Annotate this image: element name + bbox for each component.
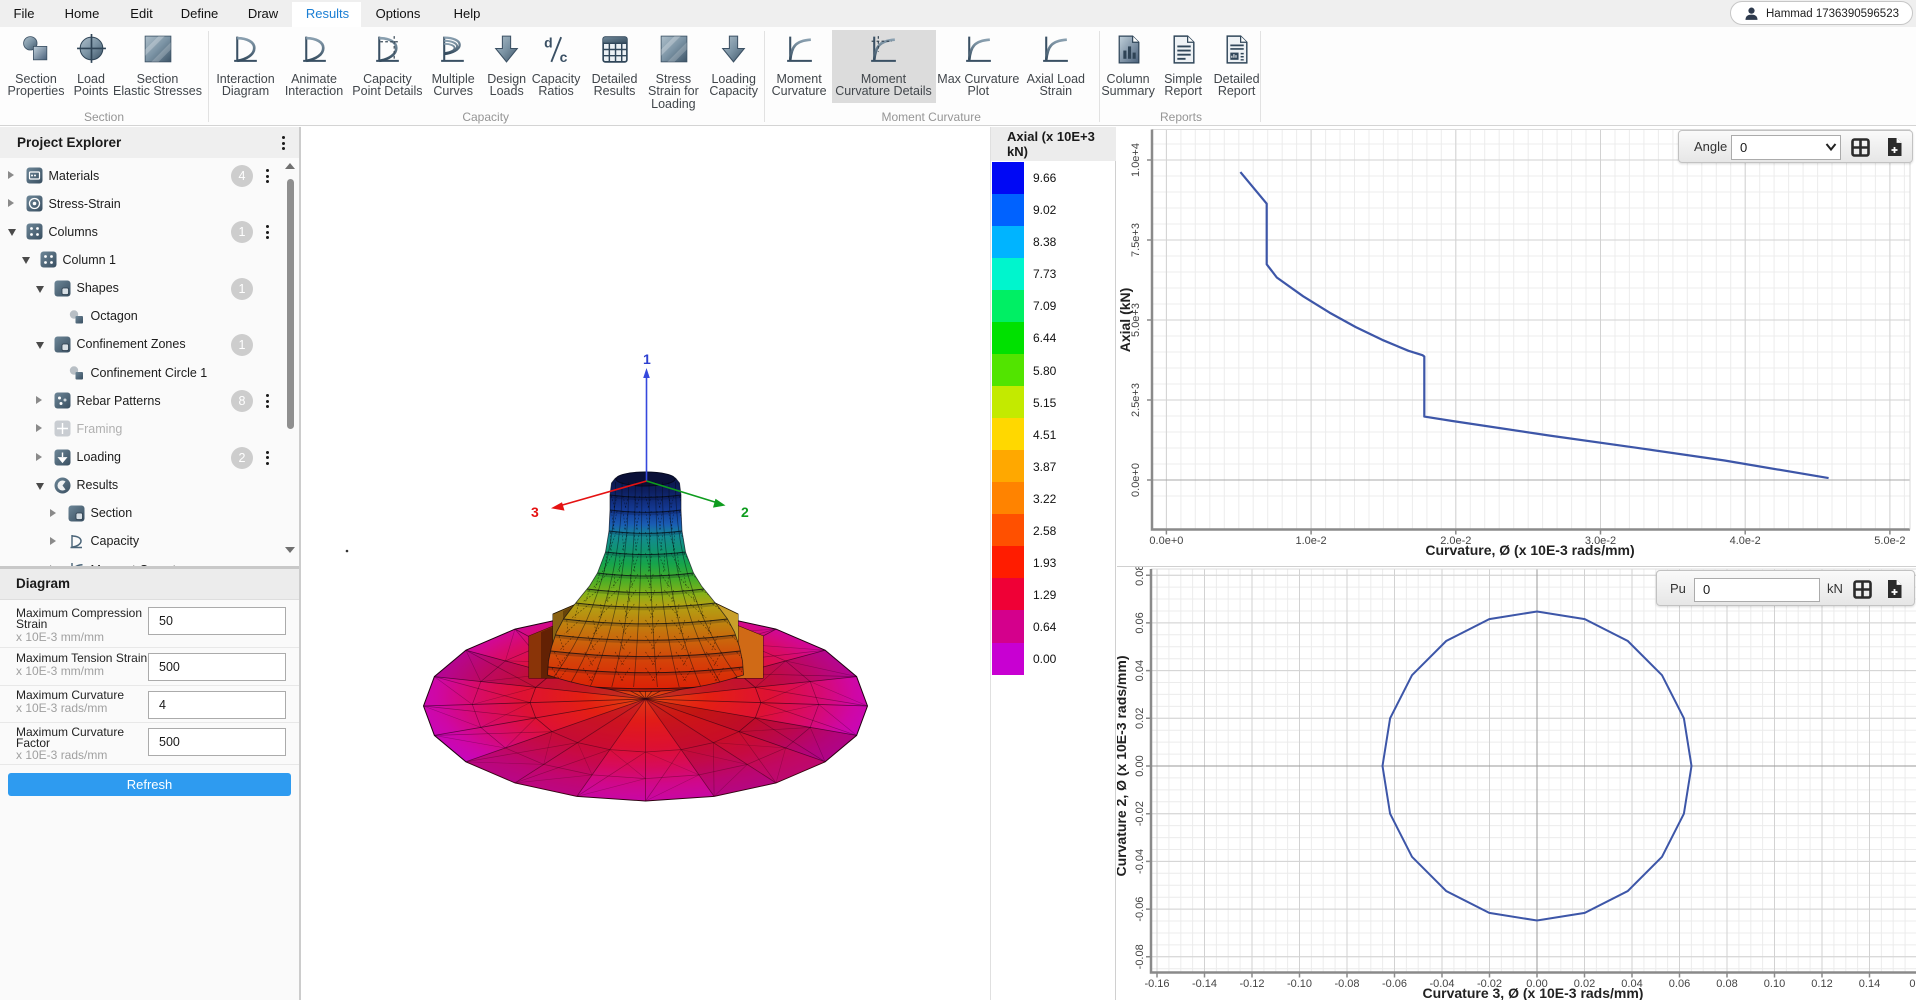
svg-text:2: 2 bbox=[741, 504, 749, 520]
svg-text:0.1: 0.1 bbox=[1909, 978, 1916, 990]
svg-text:-0.08: -0.08 bbox=[1334, 978, 1359, 990]
svg-text:0.12: 0.12 bbox=[1811, 978, 1832, 990]
svg-text:-0.10: -0.10 bbox=[1287, 978, 1312, 990]
svg-text:0.0e+0: 0.0e+0 bbox=[1149, 535, 1183, 547]
svg-text:4.0e-2: 4.0e-2 bbox=[1730, 535, 1761, 547]
svg-text:0.0e+0: 0.0e+0 bbox=[1130, 463, 1142, 497]
svg-text:-0.08: -0.08 bbox=[1134, 944, 1146, 969]
svg-text:1.0e-2: 1.0e-2 bbox=[1295, 535, 1326, 547]
svg-text:0.00: 0.00 bbox=[1134, 755, 1146, 776]
svg-text:-0.06: -0.06 bbox=[1134, 897, 1146, 922]
svg-text:Curvature, Ø (x 10E-3 rads/mm): Curvature, Ø (x 10E-3 rads/mm) bbox=[1425, 542, 1634, 558]
svg-text:0.10: 0.10 bbox=[1764, 978, 1785, 990]
svg-text:0.06: 0.06 bbox=[1669, 978, 1690, 990]
svg-text:-0.12: -0.12 bbox=[1239, 978, 1264, 990]
svg-text:0.04: 0.04 bbox=[1134, 660, 1146, 681]
svg-text:3: 3 bbox=[531, 504, 539, 520]
svg-text:0.14: 0.14 bbox=[1859, 978, 1880, 990]
svg-text:1.0e+4: 1.0e+4 bbox=[1130, 143, 1142, 177]
svg-text:0.08: 0.08 bbox=[1716, 978, 1737, 990]
svg-text:0.06: 0.06 bbox=[1134, 612, 1146, 633]
svg-text:Axial (kN): Axial (kN) bbox=[1117, 288, 1133, 353]
svg-text:5.0e-2: 5.0e-2 bbox=[1874, 535, 1905, 547]
svg-text:-0.16: -0.16 bbox=[1144, 978, 1169, 990]
svg-text:0.02: 0.02 bbox=[1134, 708, 1146, 729]
svg-text:Curvature 3, Ø (x 10E-3 rads/m: Curvature 3, Ø (x 10E-3 rads/mm) bbox=[1423, 985, 1644, 1000]
svg-text:7.5e+3: 7.5e+3 bbox=[1130, 223, 1142, 257]
svg-text:-0.02: -0.02 bbox=[1134, 801, 1146, 826]
svg-text:-0.14: -0.14 bbox=[1192, 978, 1217, 990]
svg-text:2.5e+3: 2.5e+3 bbox=[1130, 383, 1142, 417]
svg-text:Curvature 2, Ø (x 10E-3 rads/m: Curvature 2, Ø (x 10E-3 rads/mm) bbox=[1117, 656, 1129, 877]
svg-text:1: 1 bbox=[643, 351, 651, 367]
svg-text:-0.06: -0.06 bbox=[1382, 978, 1407, 990]
svg-text:-0.04: -0.04 bbox=[1134, 849, 1146, 874]
svg-text:0.08: 0.08 bbox=[1134, 567, 1146, 586]
